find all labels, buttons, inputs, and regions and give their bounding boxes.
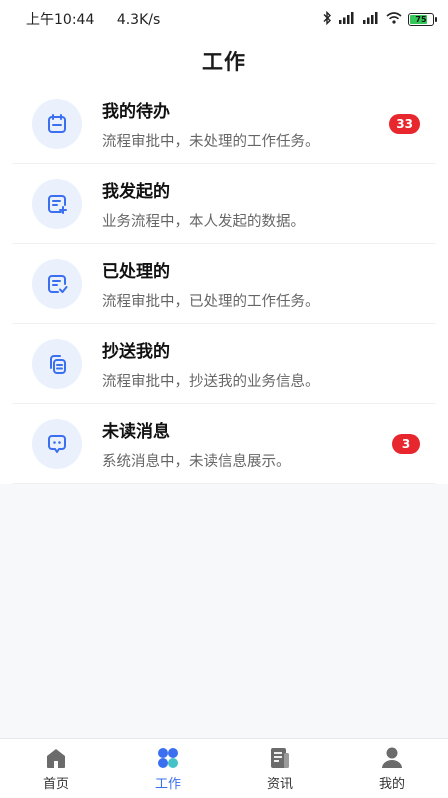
count-badge: 33 [389,113,420,134]
list-item-desc: 流程审批中，抄送我的业务信息。 [102,373,320,390]
tab-home[interactable]: 首页 [16,745,96,792]
tab-work[interactable]: 工作 [128,745,208,792]
status-net-speed: 4.3K/s [116,12,161,28]
document-add-icon [32,178,82,229]
list-item-title: 未读消息 [102,421,170,442]
grid-icon [158,748,178,768]
list-item-processed[interactable]: 已处理的 流程审批中，已处理的工作任务。 [12,244,436,324]
list-item-title: 抄送我的 [102,341,170,362]
calendar-icon [32,98,82,149]
news-icon [271,748,289,768]
tab-label: 工作 [154,777,181,792]
document-check-icon [32,258,82,309]
list-item-title: 我发起的 [102,181,170,202]
copy-icon [32,338,82,389]
bottom-tab-bar: 首页 工作 资讯 我的 [0,738,448,798]
list-item-title: 我的待办 [102,101,170,122]
battery-level: 75 [415,14,427,24]
signal-icon [338,11,356,27]
signal-icon-2 [362,11,380,27]
wifi-icon [386,11,402,27]
chat-icon [32,418,82,469]
list-item-todo[interactable]: 我的待办 流程审批中，未处理的工作任务。 33 [12,84,436,164]
status-time: 上午10:44 [26,12,95,28]
home-icon [47,749,65,768]
bluetooth-icon [322,10,332,28]
list-item-desc: 业务流程中，本人发起的数据。 [102,213,305,230]
work-list: 我的待办 流程审批中，未处理的工作任务。 33 我发起的 业务流程中，本人发起的… [0,84,448,484]
list-item-unread[interactable]: 未读消息 系统消息中，未读信息展示。 3 [12,404,436,484]
battery-icon: 75 [408,12,437,26]
tab-label: 首页 [42,777,69,792]
list-item-desc: 系统消息中，未读信息展示。 [102,453,291,470]
list-item-desc: 流程审批中，未处理的工作任务。 [102,133,320,150]
status-bar: 上午10:44 4.3K/s 75 [0,0,448,38]
page-title: 工作 [202,50,246,74]
list-item-desc: 流程审批中，已处理的工作任务。 [102,293,320,310]
list-item-title: 已处理的 [102,261,170,282]
list-item-initiated[interactable]: 我发起的 业务流程中，本人发起的数据。 [12,164,436,244]
user-icon [382,747,402,768]
tab-label: 我的 [378,777,405,792]
tab-news[interactable]: 资讯 [240,745,320,792]
count-badge: 3 [392,433,420,454]
page-header: 工作 [0,38,448,84]
list-item-cc[interactable]: 抄送我的 流程审批中，抄送我的业务信息。 [12,324,436,404]
tab-label: 资讯 [266,777,293,792]
tab-mine[interactable]: 我的 [352,745,432,792]
